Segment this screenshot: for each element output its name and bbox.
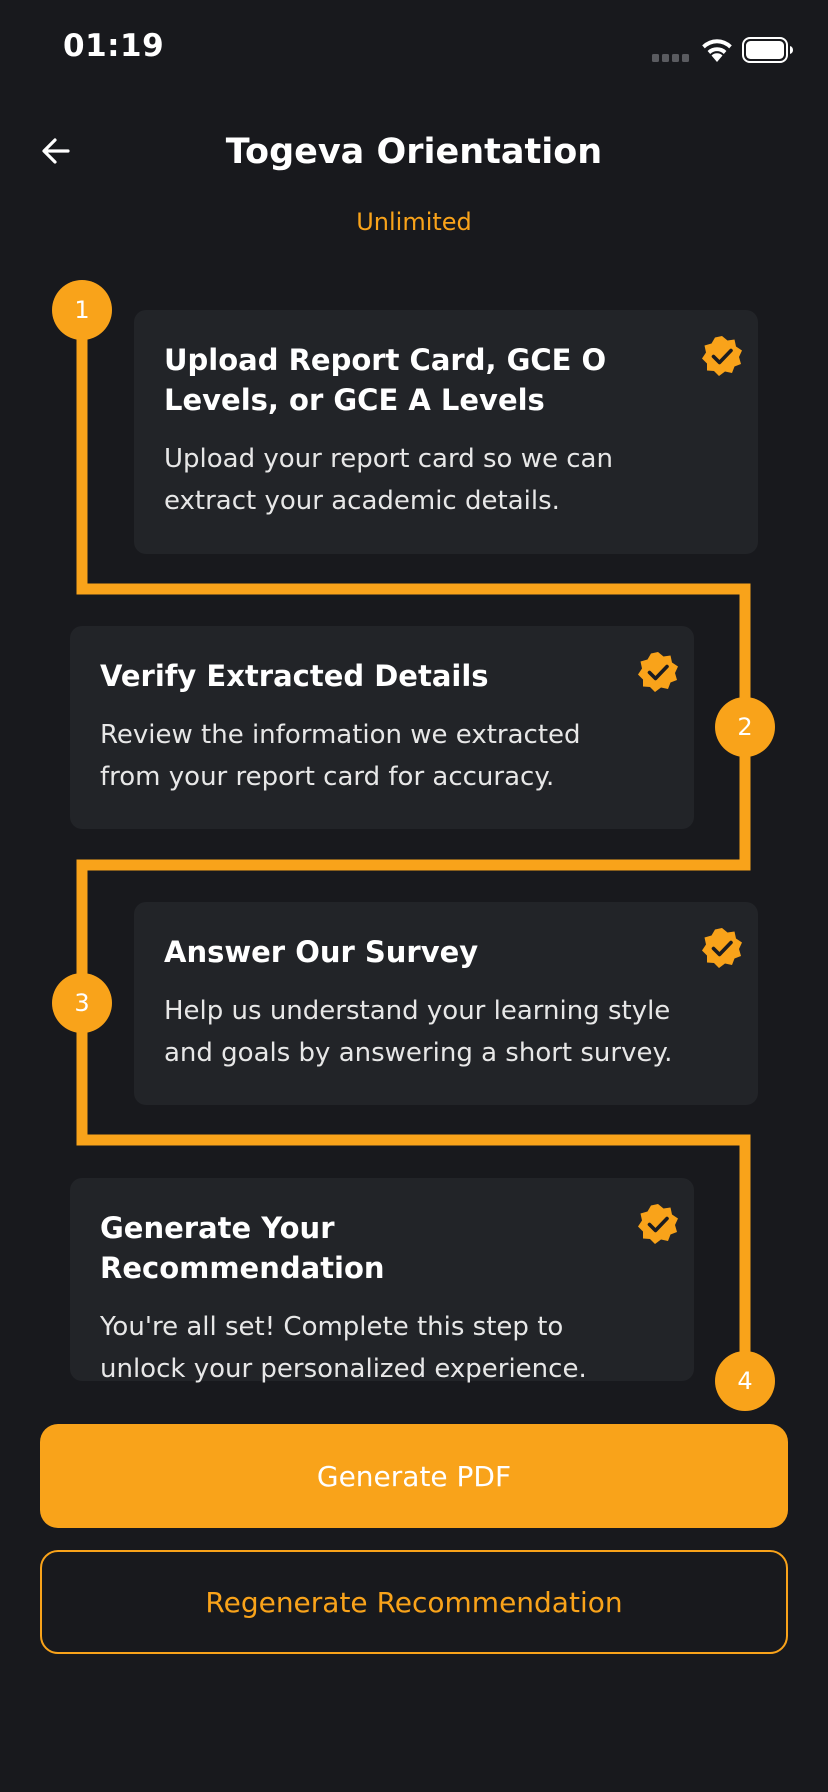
verified-check-icon — [702, 928, 742, 968]
step-description: Upload your report card so we can extrac… — [164, 444, 613, 516]
plan-badge: Unlimited — [356, 208, 472, 236]
step-number-3: 3 — [52, 973, 112, 1033]
step-title: Generate Your Recommendation — [100, 1211, 385, 1285]
verified-check-icon — [638, 1204, 678, 1244]
verified-check-icon — [638, 652, 678, 692]
regenerate-recommendation-button[interactable]: Regenerate Recommendation — [40, 1550, 788, 1654]
step-description: Review the information we extracted from… — [100, 720, 581, 792]
step-title: Answer Our Survey — [164, 935, 479, 969]
battery-icon — [742, 37, 793, 63]
generate-pdf-button[interactable]: Generate PDF — [40, 1424, 788, 1528]
signal-icon — [652, 54, 689, 62]
step-description: You're all set! Complete this step to un… — [100, 1312, 587, 1384]
step-description: Help us understand your learning style a… — [164, 996, 673, 1068]
step-title: Upload Report Card, GCE O Levels, or GCE… — [164, 343, 607, 417]
step-number-2: 2 — [715, 697, 775, 757]
status-time: 01:19 — [63, 28, 165, 64]
step-number-4: 4 — [715, 1351, 775, 1411]
step-card-upload-report[interactable]: Upload Report Card, GCE O Levels, or GCE… — [134, 310, 758, 554]
page-title: Togeva Orientation — [225, 132, 603, 172]
step-number-1: 1 — [52, 280, 112, 340]
step-card-generate-recommendation[interactable]: Generate Your Recommendation You're all … — [70, 1178, 694, 1384]
step-card-answer-survey[interactable]: Answer Our Survey Help us understand you… — [134, 902, 758, 1105]
wifi-icon — [702, 39, 732, 62]
status-bar: 01:19 — [0, 0, 828, 100]
verified-check-icon — [702, 336, 742, 376]
step-card-verify-details[interactable]: Verify Extracted Details Review the info… — [70, 626, 694, 829]
step-title: Verify Extracted Details — [100, 659, 489, 693]
